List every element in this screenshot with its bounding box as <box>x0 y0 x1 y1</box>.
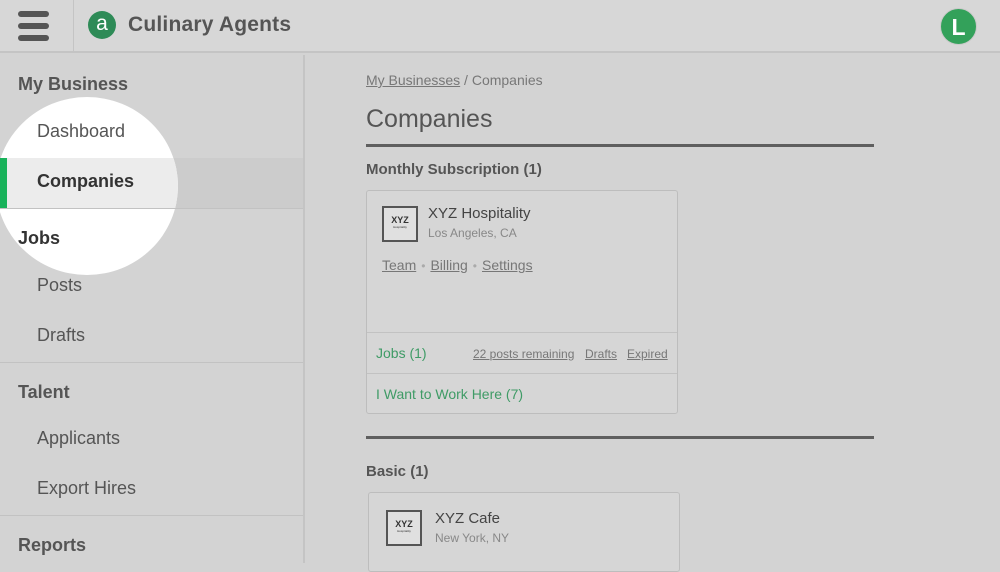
company-name[interactable]: XYZ Cafe <box>435 510 500 527</box>
breadcrumb: My Businesses / Companies <box>366 72 543 88</box>
settings-link[interactable]: Settings <box>482 257 533 273</box>
section-rule <box>366 144 874 147</box>
company-logo: XYZ Hospitality <box>386 510 422 546</box>
billing-link[interactable]: Billing <box>430 257 467 273</box>
sidebar-divider <box>0 362 303 363</box>
expired-link[interactable]: Expired <box>627 347 668 361</box>
company-location: New York, NY <box>435 531 510 545</box>
sidebar-item-label: Posts <box>37 275 83 295</box>
hamburger-icon <box>18 11 49 17</box>
user-avatar[interactable]: L <box>940 8 977 45</box>
brand-logo-icon[interactable]: a <box>88 11 116 39</box>
sidebar-item-posts[interactable]: Posts <box>0 262 303 312</box>
jobs-row: Jobs (1) 22 posts remaining Drafts Expir… <box>367 332 677 373</box>
sidebar-section-my-business: My Business <box>18 74 129 94</box>
brand-name[interactable]: Culinary Agents <box>128 13 291 37</box>
sidebar-divider <box>0 515 303 516</box>
company-card: XYZ Hospitality XYZ Cafe New York, NY <box>368 492 680 572</box>
sidebar-item-applicants[interactable]: Applicants <box>0 415 303 465</box>
posts-remaining-link[interactable]: 22 posts remaining <box>473 347 574 361</box>
separator-dot: • <box>472 259 477 273</box>
sidebar-section-reports[interactable]: Reports <box>18 535 86 556</box>
work-here-row: I Want to Work Here (7) <box>367 373 677 414</box>
main-content: My Businesses / Companies Companies Mont… <box>307 55 1000 572</box>
company-card: XYZ Hospitality XYZ Hospitality Los Ange… <box>366 190 678 414</box>
company-location: Los Angeles, CA <box>428 226 517 240</box>
sidebar-divider <box>0 208 303 209</box>
company-logo: XYZ Hospitality <box>382 206 418 242</box>
team-link[interactable]: Team <box>382 257 416 273</box>
sidebar-item-companies[interactable]: Companies <box>0 158 303 208</box>
company-links: Team • Billing • Settings <box>382 257 533 273</box>
sidebar-item-label: Export Hires <box>37 478 137 498</box>
sidebar-item-label: Drafts <box>37 325 86 345</box>
group-title-basic: Basic (1) <box>366 463 429 480</box>
hamburger-menu-button[interactable] <box>0 0 74 53</box>
breadcrumb-link-my-businesses[interactable]: My Businesses <box>366 72 460 88</box>
sidebar-item-label: Dashboard <box>37 121 126 141</box>
breadcrumb-separator: / <box>460 72 472 88</box>
company-name[interactable]: XYZ Hospitality <box>428 205 531 222</box>
sidebar-section-jobs: Jobs <box>18 228 61 248</box>
sidebar-item-export-hires[interactable]: Export Hires <box>0 465 303 515</box>
sidebar-item-label: Applicants <box>37 428 121 448</box>
page-title: Companies <box>366 105 493 133</box>
breadcrumb-current: Companies <box>471 72 543 88</box>
sidebar-item-drafts[interactable]: Drafts <box>0 312 303 362</box>
hamburger-icon-bar <box>18 35 49 41</box>
sidebar-item-dashboard[interactable]: Dashboard <box>0 108 303 158</box>
work-here-link[interactable]: I Want to Work Here (7) <box>376 386 523 402</box>
jobs-link[interactable]: Jobs (1) <box>376 345 427 361</box>
sidebar-section-talent: Talent <box>18 382 70 402</box>
top-bar: a Culinary Agents L <box>0 0 1000 53</box>
sidebar-item-label: Companies <box>37 171 135 191</box>
group-title-monthly-subscription: Monthly Subscription (1) <box>366 161 542 178</box>
section-rule <box>366 436 874 439</box>
drafts-link[interactable]: Drafts <box>585 347 617 361</box>
separator-dot: • <box>421 259 426 273</box>
hamburger-icon-bar <box>18 23 49 29</box>
